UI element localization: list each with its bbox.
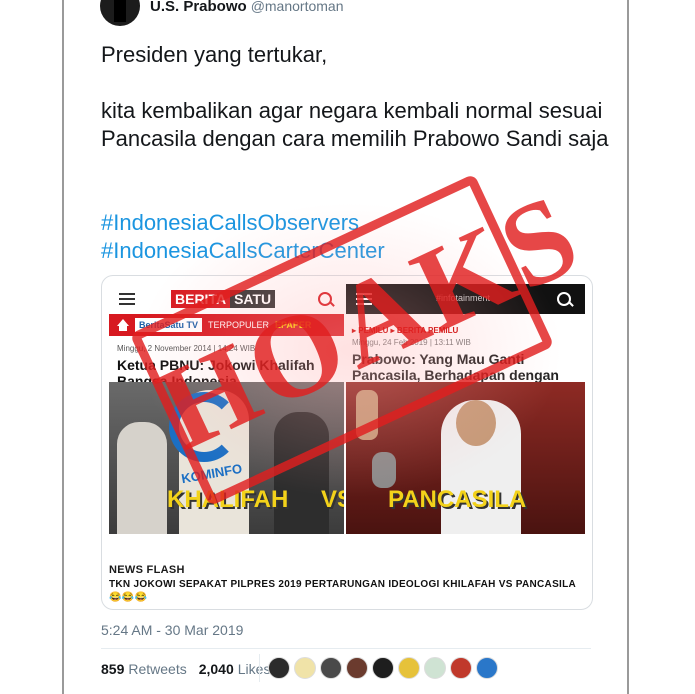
author-name[interactable]: U.S. Prabowo [150,0,247,15]
search-icon [557,292,571,306]
divider [101,648,591,649]
liker-avatar[interactable] [476,657,498,679]
frame-left-border [62,0,64,694]
kominfo-logo-icon [169,392,239,462]
liker-avatar[interactable] [398,657,420,679]
retweets-count[interactable]: 859 [101,661,124,677]
liker-avatar[interactable] [268,657,290,679]
menu-icon [119,293,135,305]
news-site-screenshot: #infotainment ▸ PEMILU ▸ BERITA PEMILU M… [346,284,585,571]
liker-avatar[interactable] [424,657,446,679]
tweet-stats: 859 Retweets 2,040 Likes [101,661,270,677]
home-icon [117,318,129,331]
article-date: Minggu, 2 November 2014 | 14:24 WIB [117,344,256,353]
liker-avatar[interactable] [450,657,472,679]
overlay-vs: VS [321,486,344,513]
menu-icon [356,293,372,305]
article-photo: PANCASILA [346,382,585,534]
logo-part-satu: SATU [230,290,276,308]
liker-avatar[interactable] [372,657,394,679]
news-flash-caption: NEWS FLASH TKN JOKOWI SEPAKAT PILPRES 20… [109,564,585,604]
breadcrumb: ▸ PEMILU ▸ BERITA PEMILU [352,326,459,335]
divider [259,654,260,682]
person-figure [117,422,167,534]
overlay-pancasila: PANCASILA [388,486,527,513]
tweet-header: U.S. Prabowo @manortoman [100,0,344,26]
nav-terpopuler: TERPOPULER [208,320,270,330]
likes-count[interactable]: 2,040 [199,661,234,677]
person-head [456,400,496,446]
news-site-header: #infotainment [346,284,585,314]
likes-label[interactable]: Likes [238,661,271,677]
news-flash-text: TKN JOKOWI SEPAKAT PILPRES 2019 PERTARUN… [109,579,576,603]
retweets-label[interactable]: Retweets [128,661,186,677]
hashtag-link[interactable]: #IndonesiaCallsObservers [101,209,385,237]
author-avatar[interactable] [100,0,140,26]
hashtag-list: #IndonesiaCallsObservers #IndonesiaCalls… [101,209,385,265]
logo-part-berita: BERITA [171,290,231,308]
liker-avatars [268,657,502,679]
frame-right-border [627,0,629,694]
beritasatu-logo: BERITA SATU [171,290,276,308]
site-brand: #infotainment [436,293,491,303]
hashtag-link[interactable]: #IndonesiaCallsCarterCenter [101,237,385,265]
overlay-khalifah: KHALIFAH [167,486,289,513]
article-date: Minggu, 24 Feb 2019 | 13:11 WIB [352,338,471,347]
microphone-icon [372,452,396,488]
liker-avatar[interactable] [294,657,316,679]
tweet-text: Presiden yang tertukar, kita kembalikan … [101,42,609,151]
beritasatu-header: BERITA SATU [109,284,344,314]
beritasatu-screenshot: BERITA SATU BeritaSatu TV TERPOPULER EPA… [109,284,344,571]
liker-avatar[interactable] [320,657,342,679]
liker-avatar[interactable] [346,657,368,679]
nav-epaper: EPAPER [275,320,312,330]
raised-fist-figure [356,390,378,440]
tweet-timestamp[interactable]: 5:24 AM - 30 Mar 2019 [101,622,243,638]
article-photo: KOMINFO KHALIFAH VS [109,382,344,534]
search-icon [318,292,332,306]
author-handle[interactable]: @manortoman [251,0,344,14]
beritasatu-nav: BeritaSatu TV TERPOPULER EPAPER [109,314,344,336]
nav-beritasatu-tv: BeritaSatu TV [135,318,203,332]
media-card[interactable]: BERITA SATU BeritaSatu TV TERPOPULER EPA… [101,275,593,610]
news-flash-label: NEWS FLASH [109,564,185,576]
person-figure [274,412,329,534]
